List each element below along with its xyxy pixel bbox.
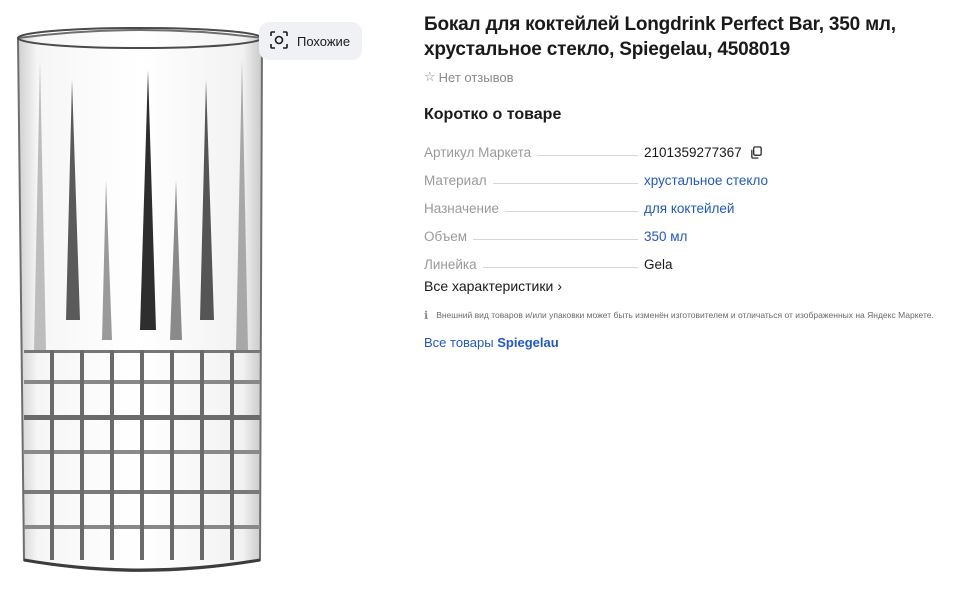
spec-label: Линейка [424,257,477,272]
spec-label: Объем [424,229,468,244]
spec-label: Артикул Маркета [424,145,532,160]
disclaimer: ℹ Внешний вид товаров и/или упаковки мож… [424,308,954,323]
disclaimer-text: Внешний вид товаров и/или упаковки может… [436,310,934,320]
product-title: Бокал для коктейлей Longdrink Perfect Ba… [424,14,896,60]
spec-label: Материал [424,173,487,188]
reviews-label: Нет отзывов [438,69,514,85]
spec-row-line: Линейка Gela [424,244,944,272]
spec-list: Артикул Маркета 2101359277367 Материал х… [424,132,944,272]
spec-value-link[interactable]: 350 мл [644,229,687,244]
spec-value-link[interactable]: для коктейлей [644,201,734,216]
all-specs-link[interactable]: Все характеристики › [424,278,944,294]
product-image[interactable] [10,20,280,580]
spec-divider [505,211,638,212]
spec-value-link[interactable]: хрустальное стекло [644,173,768,188]
product-info: Бокал для коктейлей Longdrink Perfect Ba… [424,12,944,350]
product-gallery: Похожие [0,0,400,589]
spec-divider [537,155,638,156]
similar-button-label: Похожие [297,33,351,49]
similar-search-icon [269,30,289,53]
brand-products-link[interactable]: Все товары Spiegelau [424,335,944,350]
spec-row-volume: Объем 350 мл [424,216,944,244]
spec-label: Назначение [424,201,500,216]
spec-row-material: Материал хрустальное стекло [424,160,944,188]
spec-value: Gela [644,257,673,272]
brand-name: Spiegelau [497,335,559,350]
spec-row-article: Артикул Маркета 2101359277367 [424,132,944,160]
info-icon: ℹ [424,309,429,322]
all-specs-label: Все характеристики [424,278,554,294]
summary-title: Коротко о товаре [424,106,562,123]
spec-divider [492,183,638,184]
copy-icon[interactable] [750,146,763,159]
article-number: 2101359277367 [644,145,742,160]
spec-row-purpose: Назначение для коктейлей [424,188,944,216]
spec-value: 2101359277367 [644,145,763,160]
similar-products-button[interactable]: Похожие [259,22,363,60]
chevron-right-icon: › [557,278,562,294]
star-outline-icon: ☆ [424,69,436,84]
spec-divider [473,239,638,240]
brand-link-prefix: Все товары [424,335,498,350]
reviews-link[interactable]: ☆ Нет отзывов [424,69,944,85]
spec-divider [482,267,638,268]
